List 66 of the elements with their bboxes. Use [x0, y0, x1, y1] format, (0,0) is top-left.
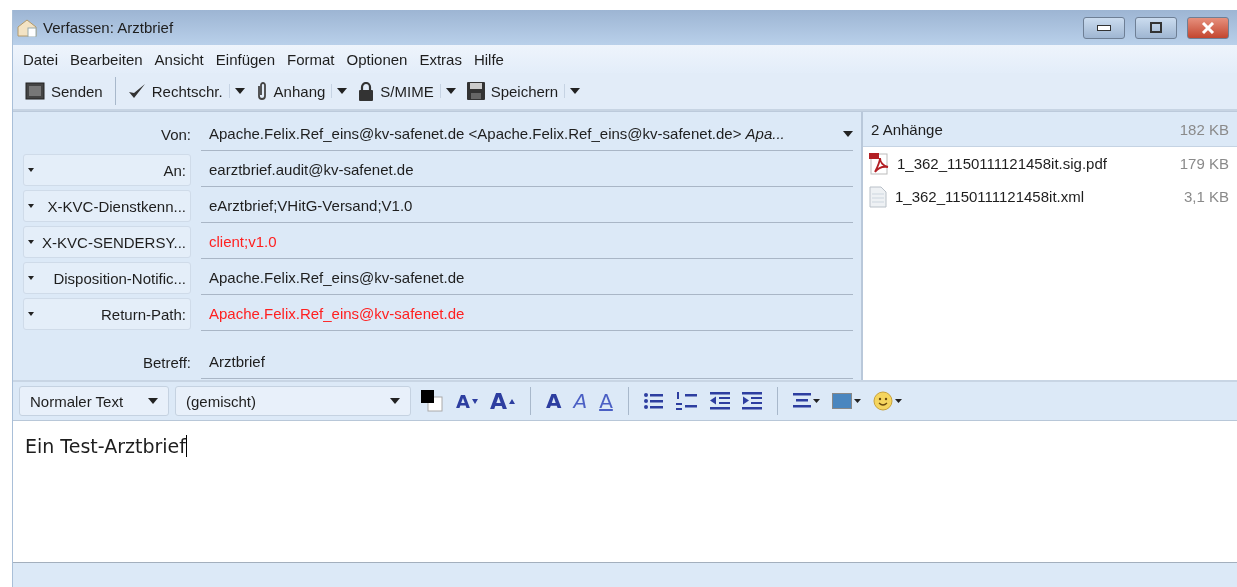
pdf-icon: [869, 152, 889, 175]
field-label: Betreff:: [141, 353, 191, 371]
font-select[interactable]: (gemischt): [175, 386, 411, 416]
paragraph-format-select[interactable]: Normaler Text: [19, 386, 169, 416]
lock-icon: [358, 81, 375, 101]
caret-icon: [812, 399, 820, 403]
attachment-item[interactable]: 1_362_1150111121458it.xml 3,1 KB: [863, 180, 1237, 213]
attachment-item[interactable]: 1_362_1150111121458it.sig.pdf 179 KB: [863, 147, 1237, 180]
menu-item[interactable]: Einfügen: [209, 49, 281, 73]
caret-icon: [570, 88, 581, 94]
header-type-button[interactable]: Return-Path:: [23, 298, 191, 330]
caret-icon: [390, 398, 400, 404]
message-body[interactable]: Ein Test-Arztbrief: [13, 421, 1237, 562]
header-value-field[interactable]: Apache.Felix.Ref_eins@kv-safenet.de: [201, 261, 853, 295]
maximize-icon: [1150, 22, 1162, 33]
close-icon: [1201, 21, 1215, 34]
paperclip-icon: [255, 81, 268, 101]
menu-item[interactable]: Format: [281, 49, 341, 73]
caret-icon: [853, 399, 861, 403]
window-title: Verfassen: Arztbrief: [43, 19, 175, 36]
caret-icon: [28, 312, 34, 316]
total-size: 182 KB: [1179, 120, 1229, 138]
caret-icon: [337, 88, 348, 94]
caret-icon: [28, 276, 34, 280]
header-value-field[interactable]: earztbrief.audit@kv-safenet.de: [201, 153, 853, 187]
menu-item[interactable]: Optionen: [340, 49, 414, 73]
menu-item[interactable]: Bearbeiten: [64, 49, 149, 73]
file-icon: [869, 185, 887, 208]
align-center-icon: [792, 392, 811, 410]
menu-item[interactable]: Extras: [413, 49, 468, 73]
caret-icon: [28, 168, 34, 172]
spellcheck-button[interactable]: Rechtschr.: [121, 78, 229, 104]
attach-button[interactable]: Anhang: [249, 77, 332, 105]
header-type-button[interactable]: X-KVC-Dienstkenn...: [23, 190, 191, 222]
up-arrow-icon: [508, 398, 515, 404]
caret-icon: [234, 88, 245, 94]
menu-item[interactable]: Datei: [17, 49, 65, 73]
smaller-font-button[interactable]: A: [453, 388, 481, 414]
caret-icon: [445, 88, 456, 94]
maximize-button[interactable]: [1135, 16, 1177, 39]
header-type-button[interactable]: Disposition-Notific...: [23, 262, 191, 294]
menu-item[interactable]: Hilfe: [467, 49, 510, 73]
larger-font-button[interactable]: A: [486, 386, 518, 416]
caret-icon: [28, 204, 34, 208]
save-button[interactable]: Speichern: [460, 78, 565, 104]
caret-icon: [28, 240, 34, 244]
checkmark-icon: [127, 83, 146, 99]
security-button[interactable]: S/MIME: [352, 77, 440, 105]
field-label: Von:: [159, 125, 191, 143]
header-type-button[interactable]: X-KVC-SENDERSY...: [23, 226, 191, 258]
bold-button[interactable]: A: [542, 387, 565, 415]
minimize-button[interactable]: [1083, 16, 1125, 39]
minimize-icon: [1097, 24, 1111, 31]
close-button[interactable]: [1187, 16, 1229, 39]
header-value-field[interactable]: Arztbrief: [201, 345, 853, 379]
down-arrow-icon: [471, 398, 478, 404]
caret-icon: [148, 398, 158, 404]
attachments-title: 2 Anhänge: [871, 120, 943, 138]
underline-button[interactable]: A: [596, 387, 616, 415]
header-type-button[interactable]: An:: [23, 154, 191, 186]
italic-button[interactable]: A: [570, 387, 591, 415]
caret-icon: [894, 399, 902, 403]
send-button[interactable]: Senden: [19, 78, 109, 104]
header-value-field[interactable]: eArztbrief;VHitG-Versand;V1.0: [201, 189, 853, 223]
header-value-field[interactable]: Apache.Felix.Ref_eins@kv-safenet.de <Apache.Felix.Ref_eins@kv-safenet.de> Apa...: [201, 117, 853, 151]
menu-item[interactable]: Ansicht: [148, 49, 210, 73]
